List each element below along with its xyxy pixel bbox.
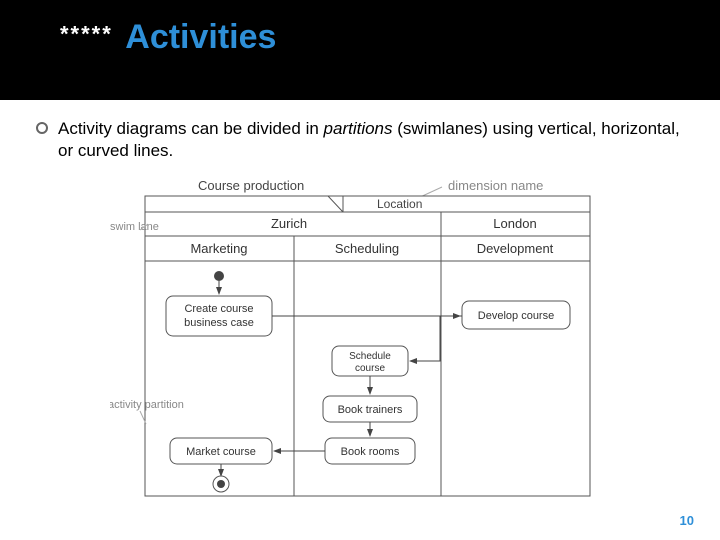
body-pre: Activity diagrams can be divided in — [58, 119, 324, 138]
svg-text:Create course: Create course — [184, 303, 253, 315]
col-scheduling: Scheduling — [335, 241, 399, 256]
col-marketing: Marketing — [190, 241, 247, 256]
dimension-name: Location — [377, 197, 422, 211]
initial-node-icon — [214, 271, 224, 281]
header-stars: ***** — [60, 22, 113, 47]
diagram-container: Course production dimension name Locatio… — [36, 176, 694, 511]
body-em: partitions — [324, 119, 393, 138]
activity-partition-label: activity partition — [110, 399, 184, 411]
group-london: London — [493, 216, 536, 231]
slide-content: Activity diagrams can be divided in part… — [0, 100, 720, 540]
bullet-item: Activity diagrams can be divided in part… — [36, 118, 694, 162]
dimension-name-label: dimension name — [448, 178, 543, 193]
body-mid: (swimlanes) — [393, 119, 488, 138]
activity-create-case — [166, 296, 272, 336]
svg-text:course: course — [355, 363, 385, 374]
svg-text:business case: business case — [184, 317, 254, 329]
group-zurich: Zurich — [271, 216, 307, 231]
page-number: 10 — [680, 513, 694, 528]
svg-text:Book rooms: Book rooms — [341, 446, 400, 458]
col-development: Development — [477, 241, 554, 256]
svg-text:Develop course: Develop course — [478, 310, 554, 322]
svg-text:Book trainers: Book trainers — [338, 404, 403, 416]
activity-diagram: Course production dimension name Locatio… — [110, 176, 620, 511]
slide-title: Activities — [125, 18, 276, 56]
bullet-icon — [36, 122, 48, 134]
swimlane-label: swim lane — [110, 221, 159, 233]
diagram-name-value: Course production — [198, 178, 304, 193]
svg-text:Market course: Market course — [186, 446, 256, 458]
slide-header: ***** Activities — [0, 0, 720, 67]
svg-text:Schedule: Schedule — [349, 351, 391, 362]
body-text: Activity diagrams can be divided in part… — [58, 118, 694, 162]
